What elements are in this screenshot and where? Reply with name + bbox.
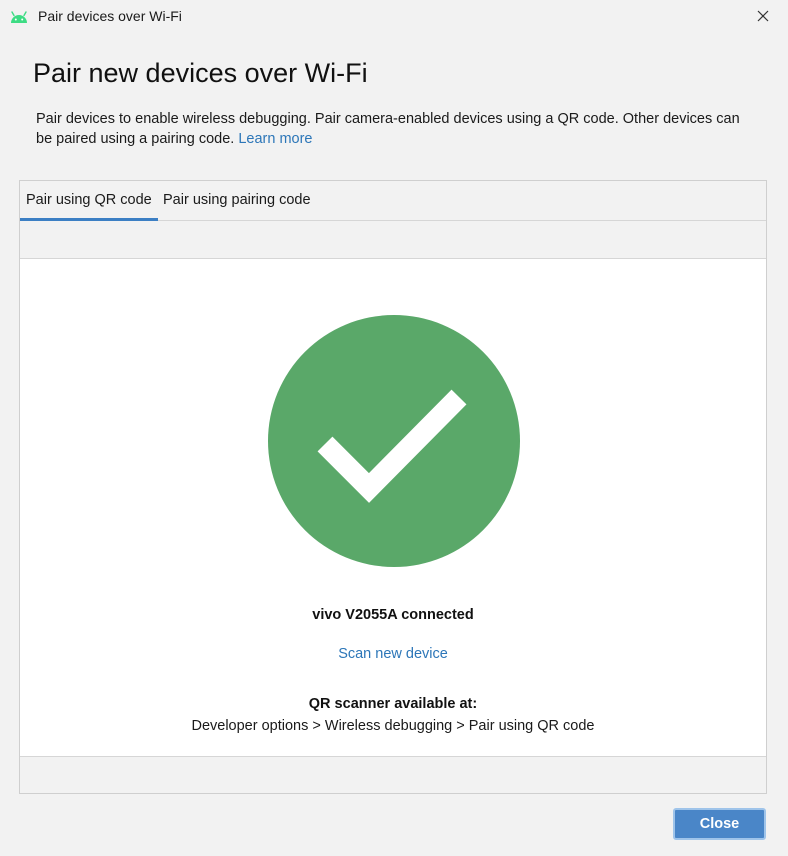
- description-text: Pair devices to enable wireless debuggin…: [36, 111, 740, 147]
- window-title: Pair devices over Wi-Fi: [38, 8, 182, 24]
- scanner-heading: QR scanner available at:: [308, 696, 478, 712]
- connected-status: vivo V2055A connected: [312, 607, 474, 623]
- close-icon: [757, 10, 769, 22]
- window-close-button[interactable]: [752, 5, 774, 27]
- page-title: Pair new devices over Wi-Fi: [33, 58, 368, 88]
- close-button[interactable]: Close: [673, 808, 766, 840]
- panel-footer-strip: [20, 757, 766, 793]
- learn-more-link[interactable]: Learn more: [238, 131, 312, 147]
- description: Pair devices to enable wireless debuggin…: [36, 110, 748, 149]
- tab-qr-code[interactable]: Pair using QR code: [20, 181, 158, 221]
- tab-pairing-code[interactable]: Pair using pairing code: [163, 181, 311, 221]
- android-icon: [11, 11, 27, 23]
- title-bar: Pair devices over Wi-Fi: [0, 0, 788, 34]
- scan-new-device-link[interactable]: Scan new device: [338, 646, 448, 662]
- qr-tab-content: vivo V2055A connected Scan new device QR…: [20, 259, 766, 757]
- check-circle-icon: [268, 315, 520, 567]
- tab-toolbar: [20, 221, 766, 259]
- tab-bar: Pair using QR code Pair using pairing co…: [20, 181, 766, 221]
- pairing-panel: Pair using QR code Pair using pairing co…: [19, 180, 767, 794]
- scanner-path: Developer options > Wireless debugging >…: [191, 718, 595, 734]
